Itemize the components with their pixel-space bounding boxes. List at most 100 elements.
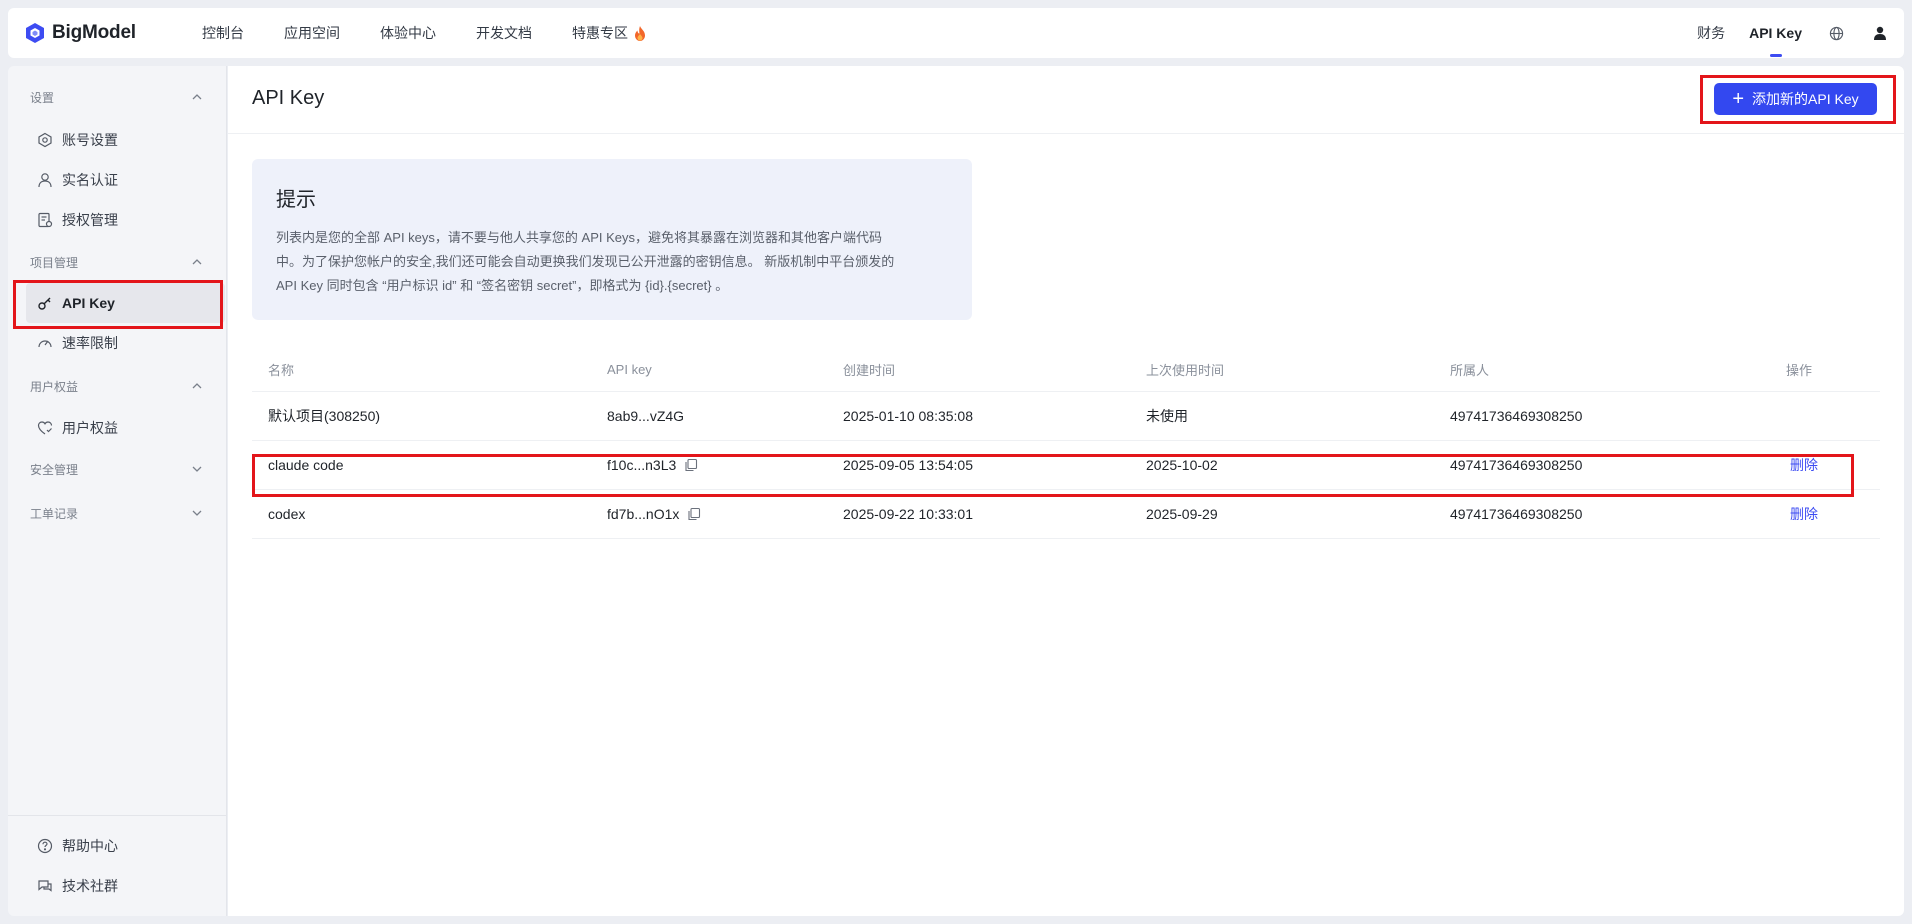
cell-owner: 49741736469308250 (1450, 457, 1583, 473)
cell-api-key: fd7b...nO1x (607, 490, 701, 538)
logo-icon (26, 23, 44, 43)
group-project-label: 项目管理 (30, 255, 79, 270)
sidebar-item-rate-limit[interactable]: 速率限制 (26, 323, 225, 363)
sidebar-item-auth[interactable]: 授权管理 (26, 200, 225, 240)
cell-owner: 49741736469308250 (1450, 408, 1583, 424)
table-row: 默认项目(308250) 8ab9...vZ4G 2025-01-10 08:3… (252, 392, 1880, 441)
sidebar-divider (8, 815, 226, 816)
column-header-last-used: 上次使用时间 (1146, 363, 1225, 378)
sidebar-item-label: 速率限制 (62, 335, 118, 351)
cell-created: 2025-09-22 10:33:01 (843, 506, 973, 522)
add-api-key-button[interactable]: + 添加新的API Key (1714, 83, 1877, 115)
cell-name: 默认项目(308250) (268, 408, 381, 424)
column-header-owner: 所属人 (1450, 363, 1490, 378)
brand-logo[interactable]: BigModel (24, 22, 202, 44)
table-row: claude code f10c...n3L3 2025-09-05 13:54… (252, 441, 1880, 490)
add-api-key-label: 添加新的API Key (1752, 91, 1859, 107)
copy-icon[interactable] (684, 458, 698, 472)
nav-finance[interactable]: 财务 (1697, 23, 1725, 43)
group-security-label: 安全管理 (30, 462, 79, 477)
chevron-up-icon (192, 383, 202, 389)
column-header-api-key: API key (607, 362, 652, 377)
cell-last-used: 未使用 (1146, 408, 1188, 424)
cell-last-used: 2025-09-29 (1146, 506, 1218, 522)
copy-icon[interactable] (687, 507, 701, 521)
group-tickets[interactable]: 工单记录 (30, 503, 202, 523)
chevron-down-icon (192, 466, 202, 472)
group-rights-label: 用户权益 (30, 379, 79, 394)
group-settings[interactable]: 设置 (30, 87, 202, 107)
table-row: codex fd7b...nO1x 2025-09-22 10:33:01 20… (252, 490, 1880, 539)
nav-dev-docs[interactable]: 开发文档 (476, 23, 532, 43)
nav-experience-center[interactable]: 体验中心 (380, 23, 436, 43)
table-header-row: 名称 API key 创建时间 上次使用时间 所属人 操作 (252, 348, 1880, 392)
nav-app-space[interactable]: 应用空间 (284, 23, 340, 43)
heart-badge-icon (36, 419, 54, 437)
api-key-text: fd7b...nO1x (607, 506, 680, 522)
settings-hex-icon (36, 131, 54, 149)
main-panel: API Key + 添加新的API Key 提示 列表内是您的全部 API ke… (228, 66, 1904, 916)
chevron-down-icon (192, 510, 202, 516)
cell-api-key: f10c...n3L3 (607, 441, 698, 489)
flame-icon (635, 25, 645, 41)
tip-line: 中。为了保护您帐户的安全,我们还可能会自动更换我们发现已公开泄露的密钥信息。 新… (276, 254, 895, 269)
sidebar-item-label: API Key (62, 295, 115, 311)
document-check-icon (36, 211, 54, 229)
top-navbar: BigModel 控制台 应用空间 体验中心 开发文档 特惠专区 财务 API … (8, 8, 1904, 58)
help-circle-icon (36, 837, 54, 855)
chevron-up-icon (192, 259, 202, 265)
nav-special-offers-label: 特惠专区 (572, 25, 628, 41)
sidebar: 设置 账号设置 实名认证 授权管理 项目管理 API Key 速率限制 用户权益… (8, 66, 227, 916)
gauge-icon (36, 334, 54, 352)
tip-panel: 提示 列表内是您的全部 API keys，请不要与他人共享您的 API Keys… (252, 159, 972, 320)
tip-body: 列表内是您的全部 API keys，请不要与他人共享您的 API Keys，避免… (276, 226, 948, 298)
main-nav: 控制台 应用空间 体验中心 开发文档 特惠专区 (202, 23, 686, 43)
nav-api-key[interactable]: API Key (1749, 25, 1802, 41)
sidebar-item-realname[interactable]: 实名认证 (26, 160, 225, 200)
cell-created: 2025-09-05 13:54:05 (843, 457, 973, 473)
page-title: API Key (252, 87, 325, 109)
sidebar-item-api-key[interactable]: API Key (26, 283, 225, 323)
tip-line: API Key 同时包含 “用户标识 id” 和 “签名密钥 secret”，即… (276, 278, 729, 293)
sidebar-item-user-rights[interactable]: 用户权益 (26, 408, 225, 448)
sidebar-item-account[interactable]: 账号设置 (26, 120, 225, 160)
sidebar-item-label: 授权管理 (62, 212, 118, 228)
tip-title: 提示 (276, 189, 316, 211)
sidebar-item-label: 帮助中心 (62, 838, 118, 854)
user-avatar-icon[interactable] (1870, 23, 1890, 43)
brand-name: BigModel (52, 22, 136, 43)
key-link-icon (36, 294, 54, 312)
sidebar-item-community[interactable]: 技术社群 (26, 866, 225, 906)
nav-console[interactable]: 控制台 (202, 23, 244, 43)
cell-name: claude code (268, 457, 344, 473)
column-header-action: 操作 (1786, 363, 1813, 378)
sidebar-item-label: 账号设置 (62, 132, 118, 148)
tip-line: 列表内是您的全部 API keys，请不要与他人共享您的 API Keys，避免… (276, 230, 882, 245)
cell-last-used: 2025-10-02 (1146, 457, 1218, 473)
group-tickets-label: 工单记录 (30, 506, 79, 521)
nav-special-offers[interactable]: 特惠专区 (572, 23, 646, 43)
sidebar-item-label: 技术社群 (62, 878, 118, 894)
api-key-text: f10c...n3L3 (607, 457, 677, 473)
chat-bubbles-icon (36, 877, 54, 895)
delete-link[interactable]: 删除 (1790, 441, 1818, 489)
user-icon (36, 171, 54, 189)
page-header: API Key + 添加新的API Key (228, 66, 1904, 134)
sidebar-item-label: 实名认证 (62, 172, 118, 188)
chevron-up-icon (192, 94, 202, 100)
globe-icon[interactable] (1826, 23, 1846, 43)
cell-name: codex (268, 506, 306, 522)
sidebar-item-label: 用户权益 (62, 420, 118, 436)
column-header-created: 创建时间 (843, 363, 896, 378)
group-settings-label: 设置 (30, 90, 55, 105)
column-header-name: 名称 (268, 363, 295, 378)
sidebar-item-help[interactable]: 帮助中心 (26, 826, 225, 866)
nav-right: 财务 API Key (1697, 23, 1890, 43)
delete-link[interactable]: 删除 (1790, 490, 1818, 538)
api-key-table: 名称 API key 创建时间 上次使用时间 所属人 操作 默认项目(30825… (252, 348, 1880, 539)
cell-api-key: 8ab9...vZ4G (607, 408, 685, 424)
group-project[interactable]: 项目管理 (30, 252, 202, 272)
group-rights[interactable]: 用户权益 (30, 376, 202, 396)
cell-created: 2025-01-10 08:35:08 (843, 408, 973, 424)
group-security[interactable]: 安全管理 (30, 459, 202, 479)
